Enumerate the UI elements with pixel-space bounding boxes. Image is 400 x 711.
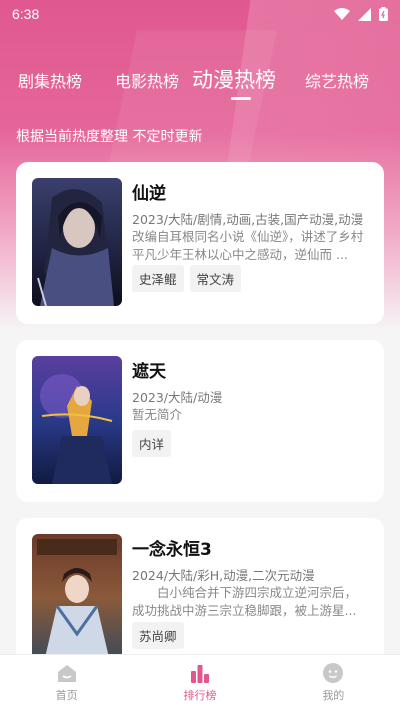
ranking-item-card[interactable]: 遮天 2023/大陆/动漫 暂无简介 内详 [16,340,384,502]
battery-icon [379,7,388,21]
tab-series[interactable]: 剧集热榜 [18,68,82,92]
bottom-navigation: 首页 排行榜 我的 [0,654,400,711]
item-title[interactable]: 仙逆 [132,179,166,204]
nav-ranking-label: 排行榜 [183,689,217,702]
item-title[interactable]: 遮天 [132,357,166,382]
item-tags: 苏尚卿 [132,622,184,649]
profile-icon [323,663,344,683]
ranking-subtitle: 根据当前热度整理 不定时更新 [16,129,203,145]
cast-tag[interactable]: 常文涛 [189,265,242,292]
ranking-item-card[interactable]: 仙逆 2023/大陆/剧情,动画,古装,国产动漫,动漫 改编自耳根同名小说《仙逆… [16,162,384,324]
item-meta: 2023/大陆/动漫 [132,390,223,405]
nav-profile-label: 我的 [322,689,345,702]
home-icon [57,665,76,682]
cast-tag[interactable]: 苏尚卿 [132,622,184,649]
nav-profile[interactable]: 我的 [267,655,400,711]
item-tags: 史泽鲲 常文涛 [132,265,242,292]
nav-home[interactable]: 首页 [0,655,133,711]
item-meta: 2024/大陆/彩H,动漫,二次元动漫 [132,568,315,583]
poster-image [32,178,122,306]
item-description: 暂无简介 [132,407,183,422]
item-tags: 内详 [132,430,172,457]
signal-icon [358,7,371,21]
poster-image [32,356,122,484]
nav-ranking[interactable]: 排行榜 [133,655,266,711]
ranking-tabs: 剧集热榜 电影热榜 动漫热榜 综艺热榜 [0,62,400,102]
cast-tag[interactable]: 史泽鲲 [132,265,184,292]
active-tab-indicator [231,97,251,100]
cast-tag[interactable]: 内详 [132,430,172,457]
ranking-icon [190,665,209,683]
status-time: 6:38 [12,6,40,22]
status-icons [334,7,388,21]
item-description: 改编自耳根同名小说《仙逆》，讲述了乡村平凡少年王林以心中之感动，逆仙而 ... [132,229,364,262]
tab-variety[interactable]: 综艺热榜 [305,68,369,92]
item-title[interactable]: 一念永恒3 [132,535,212,560]
item-meta: 2023/大陆/剧情,动画,古装,国产动漫,动漫 [132,212,364,227]
wifi-icon [334,7,350,20]
tab-movies[interactable]: 电影热榜 [115,68,179,92]
nav-home-label: 首页 [55,689,78,702]
status-bar: 6:38 [0,0,400,28]
item-description: 白小纯合并下游四宗成立逆河宗后，成功挑战中游三宗立稳脚跟，被上游星... [132,585,358,618]
poster-image [32,534,122,662]
tab-anime[interactable]: 动漫热榜 [192,64,276,94]
